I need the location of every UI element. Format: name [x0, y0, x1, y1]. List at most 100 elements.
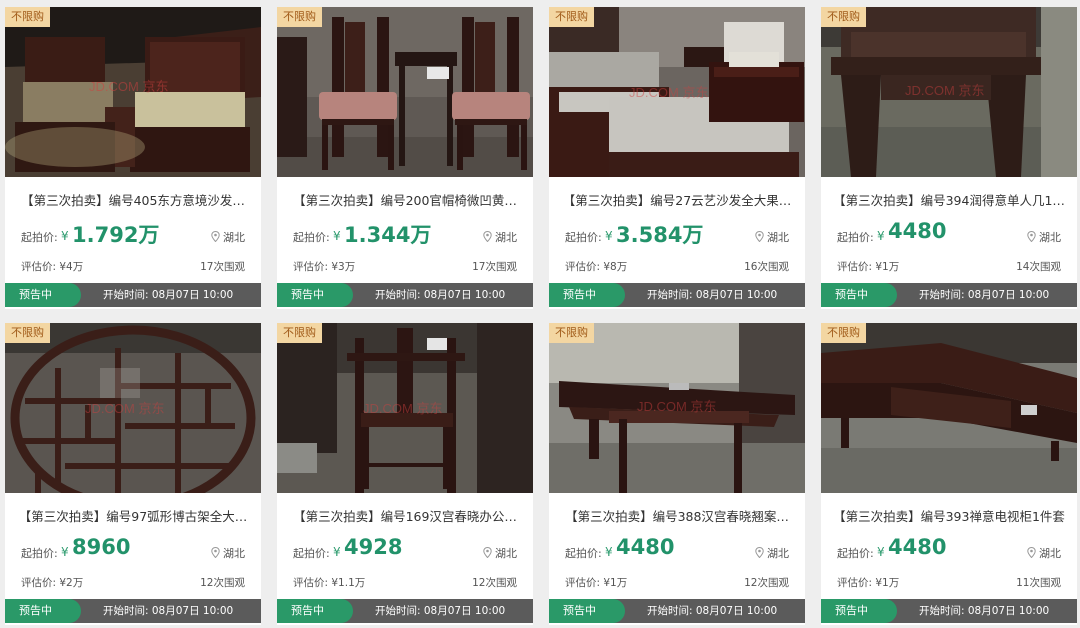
purchase-limit-badge: 不限购	[5, 323, 50, 343]
card-footer: 预告中 开始时间: 08月07日 10:00	[5, 599, 261, 623]
view-count: 17次围观	[472, 261, 517, 273]
starting-price-value: 4480	[616, 535, 675, 559]
card-footer: 预告中 开始时间: 08月07日 10:00	[549, 599, 805, 623]
listing-title[interactable]: 【第三次拍卖】编号200官帽椅微凹黄…	[277, 190, 533, 209]
product-image[interactable]	[821, 323, 1077, 493]
status-badge: 预告中	[277, 283, 353, 307]
location-text: 湖北	[767, 547, 789, 560]
starting-price-value: 4480	[888, 219, 947, 243]
estimated-value: 评估价: ¥8万	[565, 261, 628, 273]
location: 湖北	[211, 229, 245, 245]
view-count: 17次围观	[200, 261, 245, 273]
auction-card[interactable]: 不限购 【第三次拍卖】编号393禅意电视柜1件套 起拍价: ¥ 4480 湖北 …	[821, 323, 1077, 625]
purchase-limit-badge: 不限购	[821, 323, 866, 343]
card-footer: 预告中 开始时间: 08月07日 10:00	[5, 283, 261, 307]
status-badge: 预告中	[5, 283, 81, 307]
view-count: 16次围观	[744, 261, 789, 273]
purchase-limit-badge: 不限购	[821, 7, 866, 27]
listing-title[interactable]: 【第三次拍卖】编号394润得意单人几1…	[821, 190, 1077, 209]
card-footer: 预告中 开始时间: 08月07日 10:00	[277, 283, 533, 307]
auction-card[interactable]: JD.COM 京东 不限购 【第三次拍卖】编号394润得意单人几1… 起拍价: …	[821, 7, 1077, 309]
auction-card[interactable]: JD.COM 京东 不限购 【第三次拍卖】编号27云艺沙发全大果… 起拍价: ¥…	[549, 7, 805, 309]
map-pin-icon	[1027, 231, 1036, 242]
currency-symbol: ¥	[333, 229, 341, 243]
starting-price-label: 起拍价:	[21, 231, 58, 244]
watermark: JD.COM 京东	[905, 83, 984, 98]
location-text: 湖北	[1039, 231, 1061, 244]
starting-price-label: 起拍价:	[21, 547, 58, 560]
map-pin-icon	[211, 231, 220, 242]
watermark: JD.COM 京东	[629, 85, 708, 100]
product-image[interactable]: JD.COM 京东	[549, 323, 805, 493]
product-image[interactable]: JD.COM 京东	[5, 323, 261, 493]
status-badge: 预告中	[549, 599, 625, 623]
starting-price-value: 4480	[888, 535, 947, 559]
listing-title[interactable]: 【第三次拍卖】编号388汉宫春晓翘案…	[549, 506, 805, 525]
watermark: JD.COM 京东	[637, 399, 716, 414]
starting-price-value: 3.584万	[616, 223, 704, 247]
view-count: 11次围观	[1016, 577, 1061, 589]
location-text: 湖北	[495, 547, 517, 560]
location: 湖北	[1027, 229, 1061, 245]
map-pin-icon	[211, 547, 220, 558]
estimated-value: 评估价: ¥1万	[565, 577, 628, 589]
auction-card[interactable]: JD.COM 京东 不限购 【第三次拍卖】编号388汉宫春晓翘案… 起拍价: ¥…	[549, 323, 805, 625]
auction-card[interactable]: JD.COM 京东 不限购 【第三次拍卖】编号169汉宫春晓办公… 起拍价: ¥…	[277, 323, 533, 625]
status-badge: 预告中	[821, 599, 897, 623]
start-time: 开始时间: 08月07日 10:00	[375, 289, 506, 301]
location: 湖北	[483, 545, 517, 561]
start-time: 开始时间: 08月07日 10:00	[919, 605, 1050, 617]
location: 湖北	[483, 229, 517, 245]
location: 湖北	[755, 229, 789, 245]
status-badge: 预告中	[821, 283, 897, 307]
location: 湖北	[211, 545, 245, 561]
estimated-value: 评估价: ¥1.1万	[293, 577, 366, 589]
auction-card[interactable]: JD.COM 京东 不限购 【第三次拍卖】编号405东方意境沙发… 起拍价: ¥…	[5, 7, 261, 309]
watermark: JD.COM 京东	[89, 79, 168, 94]
product-image[interactable]: JD.COM 京东	[821, 7, 1077, 177]
estimated-value: 评估价: ¥3万	[293, 261, 356, 273]
auction-listing-grid: JD.COM 京东 不限购 【第三次拍卖】编号405东方意境沙发… 起拍价: ¥…	[0, 0, 1080, 628]
auction-card[interactable]: 不限购 【第三次拍卖】编号200官帽椅微凹黄… 起拍价: ¥ 1.344万 湖北…	[277, 7, 533, 309]
view-count: 14次围观	[1016, 261, 1061, 273]
auction-card[interactable]: JD.COM 京东 不限购 【第三次拍卖】编号97弧形博古架全大… 起拍价: ¥…	[5, 323, 261, 625]
view-count: 12次围观	[200, 577, 245, 589]
status-badge: 预告中	[549, 283, 625, 307]
listing-title[interactable]: 【第三次拍卖】编号27云艺沙发全大果…	[549, 190, 805, 209]
listing-title[interactable]: 【第三次拍卖】编号97弧形博古架全大…	[5, 506, 261, 525]
listing-title[interactable]: 【第三次拍卖】编号405东方意境沙发…	[5, 190, 261, 209]
location-text: 湖北	[223, 231, 245, 244]
location-text: 湖北	[767, 231, 789, 244]
start-time: 开始时间: 08月07日 10:00	[647, 289, 778, 301]
estimated-value: 评估价: ¥2万	[21, 577, 84, 589]
status-badge: 预告中	[5, 599, 81, 623]
purchase-limit-badge: 不限购	[549, 323, 594, 343]
card-footer: 预告中 开始时间: 08月07日 10:00	[821, 283, 1077, 307]
purchase-limit-badge: 不限购	[549, 7, 594, 27]
start-time: 开始时间: 08月07日 10:00	[103, 605, 234, 617]
location-text: 湖北	[495, 231, 517, 244]
currency-symbol: ¥	[877, 545, 885, 559]
listing-title[interactable]: 【第三次拍卖】编号169汉宫春晓办公…	[277, 506, 533, 525]
currency-symbol: ¥	[877, 229, 885, 243]
card-footer: 预告中 开始时间: 08月07日 10:00	[549, 283, 805, 307]
status-badge: 预告中	[277, 599, 353, 623]
view-count: 12次围观	[472, 577, 517, 589]
product-image[interactable]: JD.COM 京东	[549, 7, 805, 177]
purchase-limit-badge: 不限购	[277, 323, 322, 343]
product-image[interactable]	[277, 7, 533, 177]
product-image[interactable]: JD.COM 京东	[5, 7, 261, 177]
product-image[interactable]: JD.COM 京东	[277, 323, 533, 493]
starting-price-value: 1.344万	[344, 223, 432, 247]
start-time: 开始时间: 08月07日 10:00	[375, 605, 506, 617]
starting-price-label: 起拍价:	[837, 231, 874, 244]
estimated-value: 评估价: ¥1万	[837, 261, 900, 273]
currency-symbol: ¥	[61, 545, 69, 559]
view-count: 12次围观	[744, 577, 789, 589]
starting-price-label: 起拍价:	[293, 547, 330, 560]
currency-symbol: ¥	[605, 229, 613, 243]
listing-title[interactable]: 【第三次拍卖】编号393禅意电视柜1件套	[821, 506, 1077, 525]
currency-symbol: ¥	[605, 545, 613, 559]
starting-price-value: 8960	[72, 535, 131, 559]
starting-price-label: 起拍价:	[565, 231, 602, 244]
